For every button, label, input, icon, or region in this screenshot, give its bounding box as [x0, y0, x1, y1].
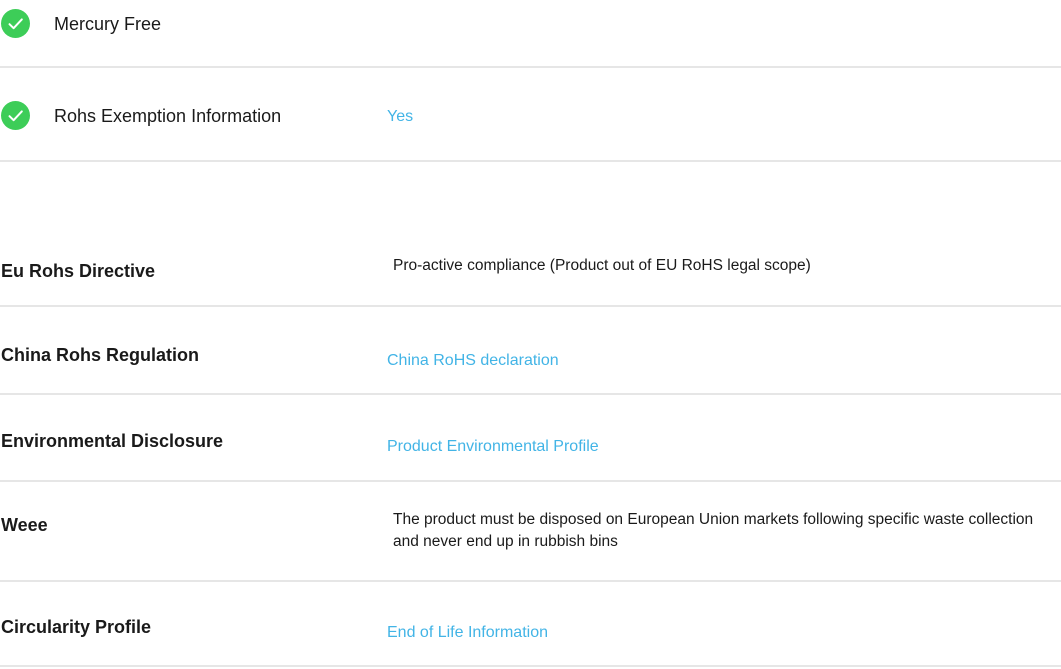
divider — [0, 393, 1061, 395]
divider — [0, 66, 1061, 68]
divider — [0, 160, 1061, 162]
rohs-exemption-value: Yes — [387, 108, 414, 125]
spec-value: The product must be disposed on European… — [393, 511, 1034, 550]
checklist-item-label: Mercury Free — [54, 14, 162, 34]
check-circle-icon — [1, 9, 30, 38]
divider — [0, 580, 1061, 582]
divider — [0, 665, 1061, 667]
spec-label: Circularity Profile — [1, 617, 152, 637]
check-circle-icon — [1, 101, 30, 130]
spec-value: Pro-active compliance (Product out of EU… — [393, 257, 811, 274]
china-rohs-declaration-link[interactable]: China RoHS declaration — [387, 351, 559, 371]
spec-label: Environmental Disclosure — [1, 431, 224, 451]
product-environmental-profile-link[interactable]: Product Environmental Profile — [387, 437, 599, 457]
spec-label: Eu Rohs Directive — [1, 261, 156, 281]
end-of-life-information-link[interactable]: End of Life Information — [387, 623, 548, 643]
spec-label: Weee — [1, 515, 48, 535]
spec-label: China Rohs Regulation — [1, 345, 199, 365]
divider — [0, 305, 1061, 307]
checklist-item-label: Rohs Exemption Information — [54, 106, 282, 126]
divider — [0, 480, 1061, 482]
